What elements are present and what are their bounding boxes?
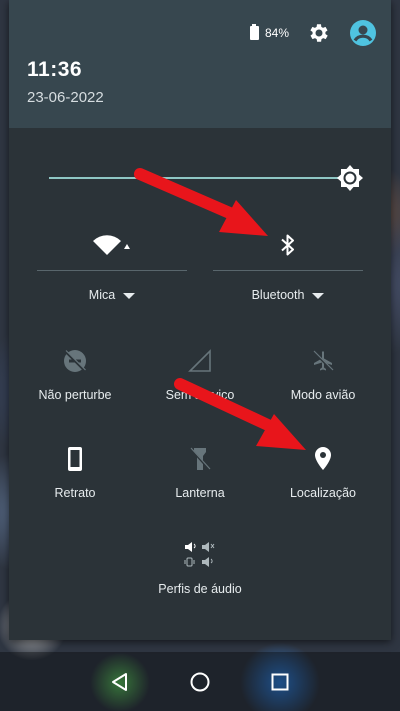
chevron-down-icon <box>312 292 325 299</box>
tile-location[interactable]: Localização <box>263 444 383 514</box>
dnd-icon-wrap[interactable] <box>15 346 135 376</box>
airplane-label: Modo avião <box>290 388 356 402</box>
tile-signal[interactable]: Sem serviço <box>140 346 260 416</box>
airplane-icon-wrap[interactable] <box>263 346 383 376</box>
airplane-off-icon <box>313 350 334 371</box>
audio-profiles-icon <box>184 542 215 567</box>
flashlight-icon-wrap[interactable] <box>140 444 260 474</box>
tile-bluetooth[interactable]: Bluetooth <box>213 226 363 316</box>
navigation-bar <box>0 652 400 711</box>
location-label: Localização <box>289 486 356 500</box>
clock-time[interactable]: 11:36 <box>27 58 82 82</box>
recents-square-icon <box>271 673 289 690</box>
tile-rotation[interactable]: Retrato <box>15 444 135 514</box>
flashlight-off-icon <box>190 447 211 470</box>
recents-button[interactable] <box>260 662 300 702</box>
wifi-label[interactable]: Mica <box>37 288 187 302</box>
bluetooth-divider <box>213 270 363 271</box>
audio-profiles-label: Perfis de áudio <box>158 582 242 596</box>
brightness-icon <box>337 165 363 191</box>
audio-icon-wrap[interactable] <box>140 540 260 570</box>
bluetooth-label[interactable]: Bluetooth <box>213 288 363 302</box>
wifi-tile-icon-wrap[interactable] <box>37 230 187 260</box>
battery-icon <box>249 24 259 40</box>
location-icon-wrap[interactable] <box>263 444 383 474</box>
home-button[interactable] <box>180 662 220 702</box>
tile-airplane-mode[interactable]: Modo avião <box>263 346 383 416</box>
location-pin-icon <box>315 447 331 470</box>
quick-settings-header: 84% 11:36 23-06-2022 <box>9 0 391 128</box>
profile-button[interactable] <box>349 19 377 47</box>
home-circle-icon <box>190 672 210 691</box>
dnd-label: Não perturbe <box>38 388 112 402</box>
rotation-label: Retrato <box>54 486 96 500</box>
wifi-icon <box>93 235 130 255</box>
clock-date[interactable]: 23-06-2022 <box>27 89 104 106</box>
tile-audio-profiles[interactable]: Perfis de áudio <box>140 540 260 610</box>
do-not-disturb-off-icon <box>64 350 86 372</box>
rotation-icon-wrap[interactable] <box>15 444 135 474</box>
gear-icon <box>310 24 328 42</box>
back-button[interactable] <box>100 662 140 702</box>
signal-label: Sem serviço <box>165 388 235 402</box>
battery-percent: 84% <box>264 26 289 40</box>
tile-do-not-disturb[interactable]: Não perturbe <box>15 346 135 416</box>
bluetooth-icon <box>281 234 294 256</box>
bluetooth-tile-icon-wrap[interactable] <box>213 230 363 260</box>
account-circle-icon <box>350 20 376 46</box>
brightness-thumb[interactable] <box>336 164 364 192</box>
chevron-down-icon <box>123 292 136 299</box>
wifi-divider <box>37 270 187 271</box>
tile-flashlight[interactable]: Lanterna <box>140 444 260 514</box>
signal-icon-wrap[interactable] <box>140 346 260 376</box>
quick-settings-panel: 84% 11:36 23-06-2022 Mica Bluetooth Não … <box>9 0 391 640</box>
brightness-track[interactable] <box>49 177 345 179</box>
flashlight-label: Lanterna <box>175 486 225 500</box>
settings-button[interactable] <box>307 21 331 45</box>
no-signal-icon <box>188 349 211 372</box>
portrait-phone-icon <box>68 447 82 471</box>
status-row: 84% <box>249 18 377 48</box>
brightness-slider[interactable] <box>49 164 369 192</box>
tile-wifi[interactable]: Mica <box>37 226 187 316</box>
back-triangle-icon <box>112 672 127 691</box>
battery-indicator: 84% <box>249 24 289 40</box>
